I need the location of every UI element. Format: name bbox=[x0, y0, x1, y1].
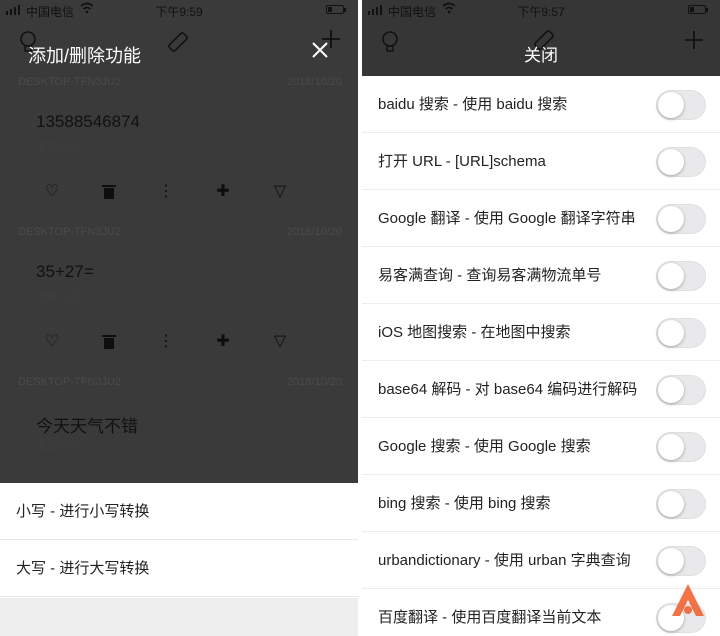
clip-subtext: 本本内容 bbox=[36, 291, 80, 303]
toggle-switch[interactable] bbox=[656, 90, 706, 120]
close-icon[interactable] bbox=[308, 38, 332, 62]
left-screen: 中国电信 下午9:59 DESKTOP-TFN3JU2 2018/10/20 13… bbox=[0, 0, 358, 636]
function-label: base64 解码 - 对 base64 编码进行解码 bbox=[378, 381, 638, 398]
status-time: 下午9:59 bbox=[155, 5, 203, 19]
date-label: 2018/10/20 bbox=[286, 226, 342, 238]
list-item: Google 搜索 - 使用 Google 搜索 bbox=[362, 418, 720, 475]
trash-icon[interactable] bbox=[97, 180, 121, 204]
battery-icon bbox=[688, 5, 708, 14]
device-label: DESKTOP-TFN3JU2 bbox=[18, 226, 122, 238]
toggle-switch[interactable] bbox=[656, 318, 706, 348]
toggle-switch[interactable] bbox=[656, 147, 706, 177]
more-icon[interactable]: ⋮ bbox=[154, 180, 178, 204]
sheet-option[interactable]: 大写 - 进行大写转换 bbox=[0, 540, 358, 597]
triangle-icon[interactable]: ▽ bbox=[268, 180, 292, 204]
function-label: urbandictionary - 使用 urban 字典查询 bbox=[378, 552, 631, 569]
card-toolbar: ♡ ⋮ ✚ ▽ bbox=[40, 330, 318, 354]
toggle-switch[interactable] bbox=[656, 261, 706, 291]
function-label: baidu 搜索 - 使用 baidu 搜索 bbox=[378, 96, 568, 113]
triangle-icon[interactable]: ▽ bbox=[268, 330, 292, 354]
list-item: 打开 URL - [URL]schema bbox=[362, 133, 720, 190]
status-bar: 中国电信 下午9:59 bbox=[0, 0, 358, 20]
function-label: 打开 URL - [URL]schema bbox=[378, 153, 546, 170]
puzzle-icon[interactable]: ✚ bbox=[211, 330, 235, 354]
function-label: bing 搜索 - 使用 bing 搜索 bbox=[378, 495, 551, 512]
date-label: 2018/10/20 bbox=[286, 376, 342, 388]
function-list: baidu 搜索 - 使用 baidu 搜索 打开 URL - [URL]sch… bbox=[362, 76, 720, 636]
puzzle-icon[interactable]: ✚ bbox=[211, 180, 235, 204]
list-item: Google 翻译 - 使用 Google 翻译字符串 bbox=[362, 190, 720, 247]
toggle-switch[interactable] bbox=[656, 204, 706, 234]
heart-icon[interactable]: ♡ bbox=[40, 180, 64, 204]
battery-icon bbox=[326, 5, 346, 14]
clip-icon[interactable] bbox=[166, 30, 190, 60]
list-item: 易客满查询 - 查询易客满物流单号 bbox=[362, 247, 720, 304]
clip-content: 35+27= bbox=[36, 262, 94, 281]
watermark-logo bbox=[668, 580, 708, 620]
device-label: DESKTOP-TFN3JU2 bbox=[18, 376, 122, 388]
list-item: urbandictionary - 使用 urban 字典查询 bbox=[362, 532, 720, 589]
list-item: bing 搜索 - 使用 bing 搜索 bbox=[362, 475, 720, 532]
header-bar: 中国电信 下午9:57 关闭 bbox=[362, 0, 720, 76]
card-toolbar: ♡ ⋮ ✚ ▽ bbox=[40, 180, 318, 204]
function-label: 易客满查询 - 查询易客满物流单号 bbox=[378, 267, 602, 284]
clip-subtext: 本本内容 bbox=[36, 441, 80, 453]
sheet-option[interactable]: 小写 - 进行小写转换 bbox=[0, 483, 358, 540]
toggle-switch[interactable] bbox=[656, 546, 706, 576]
trash-icon[interactable] bbox=[97, 330, 121, 354]
function-label: iOS 地图搜索 - 在地图中搜索 bbox=[378, 324, 571, 341]
sheet-footer bbox=[0, 598, 358, 636]
more-icon[interactable]: ⋮ bbox=[154, 330, 178, 354]
status-time: 下午9:57 bbox=[517, 5, 565, 19]
clip-content: 今天天气不错 bbox=[36, 417, 138, 436]
date-label: 2018/10/20 bbox=[286, 76, 342, 88]
function-label: 百度翻译 - 使用百度翻译当前文本 bbox=[378, 609, 602, 626]
modal-title: 添加/删除功能 bbox=[28, 46, 142, 66]
list-item: baidu 搜索 - 使用 baidu 搜索 bbox=[362, 76, 720, 133]
clip-content: 13588546874 bbox=[36, 112, 141, 131]
list-item: base64 解码 - 对 base64 编码进行解码 bbox=[362, 361, 720, 418]
clip-subtext: 本本内容 bbox=[36, 141, 80, 153]
status-bar: 中国电信 下午9:57 bbox=[362, 0, 720, 20]
right-screen: 中国电信 下午9:57 关闭 baidu 搜索 - 使用 baidu 搜索 打开… bbox=[362, 0, 720, 636]
heart-icon[interactable]: ♡ bbox=[40, 330, 64, 354]
list-item: 百度翻译 - 使用百度翻译当前文本 bbox=[362, 589, 720, 636]
toggle-switch[interactable] bbox=[656, 432, 706, 462]
function-label: Google 搜索 - 使用 Google 搜索 bbox=[378, 438, 591, 455]
function-label: Google 翻译 - 使用 Google 翻译字符串 bbox=[378, 210, 636, 227]
toggle-switch[interactable] bbox=[656, 489, 706, 519]
close-title[interactable]: 关闭 bbox=[362, 41, 720, 66]
list-item: iOS 地图搜索 - 在地图中搜索 bbox=[362, 304, 720, 361]
function-sheet: 小写 - 进行小写转换 大写 - 进行大写转换 bbox=[0, 483, 358, 636]
device-label: DESKTOP-TFN3JU2 bbox=[18, 76, 122, 88]
toggle-switch[interactable] bbox=[656, 375, 706, 405]
